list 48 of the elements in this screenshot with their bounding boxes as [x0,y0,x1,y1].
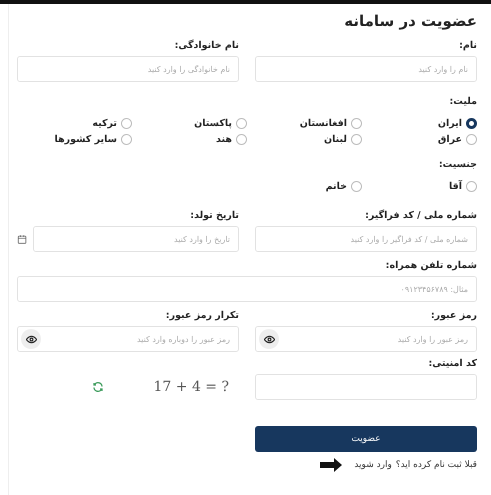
input-field[interactable]: تاریخ را وارد کنید [33,226,239,252]
submit-button[interactable]: عضویت [255,426,477,452]
radio-button[interactable] [466,181,477,192]
radio-option[interactable]: لبنان [324,134,362,145]
field-label: شماره تلفن همراه: [386,260,477,271]
arrow-icon [320,458,342,472]
input-field[interactable] [255,374,477,400]
field-label: رمز عبور: [430,310,477,321]
radio-option[interactable]: پاکستان [194,118,247,129]
radio-button[interactable] [466,134,477,145]
input-field[interactable]: شماره ملی / کد فراگیر را وارد کنید [255,226,477,252]
field-label: کد امنیتی: [428,358,477,369]
radio-button[interactable] [236,118,247,129]
radio-option[interactable]: عراق [438,134,477,145]
login-link[interactable]: وارد شوید [354,460,392,470]
field-label: جنسیت: [438,159,477,170]
login-question: قبلا ثبت نام کرده اید؟ [396,460,477,470]
radio-option[interactable]: هند [216,134,247,145]
radio-option[interactable]: ایران [438,118,477,129]
field-label: نام خانوادگی: [174,40,239,51]
captcha-text: 17 + 4 = ? [154,379,229,395]
input-field[interactable]: نام خانوادگی را وارد کنید [17,56,239,82]
eye-icon [264,334,274,344]
radio-option[interactable]: افغانستان [300,118,362,129]
field-label: نام: [459,40,477,51]
radio-button[interactable] [351,134,362,145]
radio-option[interactable]: ترکیه [92,118,132,129]
page-title: عضویت در سامانه [344,12,477,30]
radio-button[interactable] [121,118,132,129]
radio-button[interactable] [351,181,362,192]
input-field[interactable]: مثال: ۰۹۱۲۳۴۵۶۷۸۹ [17,276,477,302]
field-label: تاریخ تولد: [190,210,239,221]
input-field[interactable]: نام را وارد کنید [255,56,477,82]
radio-button[interactable] [236,134,247,145]
password-field[interactable]: رمز عبور را دوباره وارد کنید [17,326,239,352]
field-label: شماره ملی / کد فراگیر: [365,210,477,221]
refresh-icon[interactable] [92,381,104,393]
field-label: تکرار رمز عبور: [166,310,239,321]
eye-icon [26,334,36,344]
radio-option[interactable]: سایر کشورها [54,134,132,145]
radio-button[interactable] [466,118,477,129]
radio-option[interactable]: آقا [448,181,477,192]
radio-button[interactable] [121,134,132,145]
calendar-icon[interactable] [17,234,28,244]
radio-button[interactable] [351,118,362,129]
password-field[interactable]: رمز عبور را وارد کنید [255,326,477,352]
radio-option[interactable]: خانم [326,181,362,192]
field-label: ملیت: [450,96,477,107]
